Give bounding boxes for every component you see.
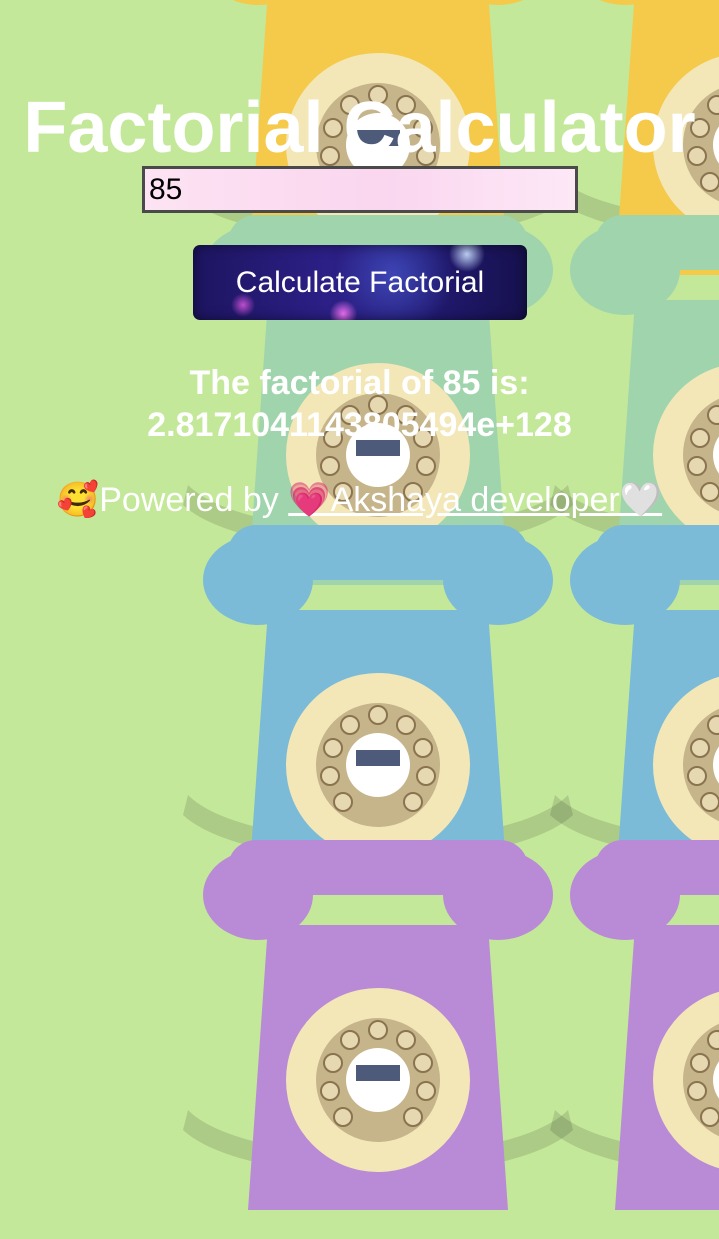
calculator-container: Factorial Calculator Calculate Factorial… [0, 0, 719, 1239]
smiling-face-hearts-icon: 🥰 [56, 481, 100, 519]
powered-by-label: Powered by [99, 481, 289, 519]
calculate-factorial-button[interactable]: Calculate Factorial [193, 245, 527, 320]
number-input[interactable] [142, 166, 578, 213]
developer-link[interactable]: 💗Akshaya developer🤍 [288, 481, 662, 519]
result-label: The factorial of 85 is: [189, 364, 530, 402]
result-text: The factorial of 85 is: 2.81710411438054… [0, 362, 719, 446]
result-value: 2.8171041143805494e+128 [147, 406, 572, 444]
page-title: Factorial Calculator [23, 88, 696, 169]
powered-by-footer: 🥰Powered by 💗Akshaya developer🤍 [0, 478, 719, 522]
